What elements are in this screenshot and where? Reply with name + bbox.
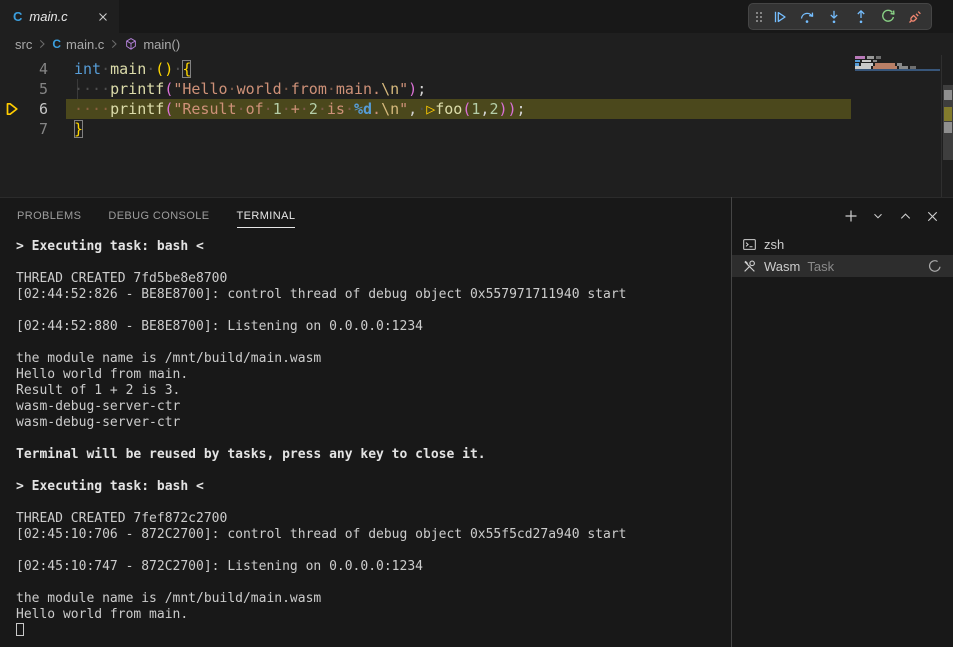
overview-mark — [944, 90, 952, 100]
new-terminal-button[interactable] — [842, 207, 860, 225]
continue-button[interactable] — [770, 7, 790, 27]
terminal-line: Hello world from main. — [16, 607, 626, 623]
tools-icon — [742, 259, 757, 274]
terminal-line — [16, 303, 626, 319]
minimap-slider[interactable] — [855, 69, 940, 71]
minimap[interactable] — [855, 55, 940, 196]
panel-tab-debug-console[interactable]: DEBUG CONSOLE — [108, 198, 209, 233]
overview-mark-debug-line — [944, 107, 952, 121]
terminal-line: the module name is /mnt/build/main.wasm — [16, 351, 626, 367]
terminal-line: > Executing task: bash < — [16, 239, 626, 255]
terminal-line: the module name is /mnt/build/main.wasm — [16, 591, 626, 607]
terminal-line: wasm-debug-server-ctr — [16, 399, 626, 415]
breadcrumb-item-symbol[interactable]: main() — [124, 37, 180, 52]
debug-toolbar — [748, 3, 932, 30]
close-tab-icon[interactable] — [95, 9, 111, 25]
panel-tab-bar: PROBLEMS DEBUG CONSOLE TERMINAL — [0, 198, 953, 233]
terminal-line — [16, 575, 626, 591]
tab-main-c[interactable]: C main.c — [0, 0, 119, 33]
terminal-line — [16, 431, 626, 447]
overview-mark — [944, 122, 952, 133]
terminal-line — [16, 623, 626, 639]
terminal-line: [02:45:10:706 - 872C2700]: control threa… — [16, 527, 626, 543]
c-file-icon: C — [52, 38, 61, 50]
terminal-list-item-zsh[interactable]: zsh — [732, 233, 953, 255]
terminal-cursor — [16, 623, 24, 636]
step-into-button[interactable] — [824, 7, 844, 27]
chevron-right-icon — [107, 37, 121, 51]
editor-tab-bar: C main.c — [0, 0, 953, 33]
terminal-list: zsh Wasm Task — [732, 233, 953, 277]
code-line[interactable]: 7} — [0, 119, 953, 139]
terminal-icon — [742, 237, 757, 252]
terminal-line: THREAD CREATED 7fd5be8e8700 — [16, 271, 626, 287]
code-text: ····printf("Hello·world·from·main.\n"); — [74, 79, 426, 99]
step-over-button[interactable] — [797, 7, 817, 27]
terminal-line: THREAD CREATED 7fef872c2700 — [16, 511, 626, 527]
terminal-line: [02:44:52:880 - BE8E8700]: Listening on … — [16, 319, 626, 335]
code-editor[interactable]: 4 int·main·()·{ 5 ····printf("Hello·world·f… — [0, 55, 953, 197]
code-text: ····printf("Result·of·1·+·2·is·%d.\n",·▷… — [74, 99, 526, 119]
terminal-line: [02:45:10:747 - 872C2700]: Listening on … — [16, 559, 626, 575]
breadcrumb-item-src[interactable]: src — [15, 37, 32, 52]
terminal-line: Terminal will be reused by tasks, press … — [16, 447, 626, 463]
terminal-line — [16, 543, 626, 559]
code-text: } — [74, 119, 83, 139]
line-number: 7 — [0, 119, 48, 139]
breadcrumb-item-file[interactable]: C main.c — [52, 37, 104, 52]
disconnect-button[interactable] — [905, 7, 925, 27]
terminal-line — [16, 335, 626, 351]
terminal-line: [02:44:52:826 - BE8E8700]: control threa… — [16, 287, 626, 303]
tab-title: main.c — [29, 9, 95, 24]
close-panel-button[interactable] — [923, 207, 941, 225]
terminal-line — [16, 463, 626, 479]
c-file-icon: C — [13, 10, 22, 23]
panel-actions — [842, 207, 941, 225]
panel-tab-problems[interactable]: PROBLEMS — [17, 198, 81, 233]
code-text: int·main·()·{ — [74, 59, 191, 79]
restart-button[interactable] — [878, 7, 898, 27]
terminal-list-item-wasm-task[interactable]: Wasm Task — [732, 255, 953, 277]
terminal-line: Hello world from main. — [16, 367, 626, 383]
terminal-line — [16, 255, 626, 271]
terminal-dropdown-button[interactable] — [869, 207, 887, 225]
task-spinner-icon — [928, 259, 942, 273]
code-line[interactable]: 5 ····printf("Hello·world·from·main.\n"); — [0, 79, 953, 99]
symbol-method-icon — [124, 37, 138, 51]
chevron-right-icon — [35, 37, 49, 51]
code-line[interactable]: 4 int·main·()·{ — [0, 59, 953, 79]
terminal-line — [16, 495, 626, 511]
vscode-window: { "tab": { "title": "main.c", "file_icon… — [0, 0, 953, 647]
code-lines: 4 int·main·()·{ 5 ····printf("Hello·world·f… — [0, 59, 953, 139]
code-line[interactable]: 6 ····printf("Result·of·1·+·2·is·%d.\n",·… — [0, 99, 953, 119]
maximize-panel-button[interactable] — [896, 207, 914, 225]
terminal-line: > Executing task: bash < — [16, 479, 626, 495]
terminal-line: Result of 1 + 2 is 3. — [16, 383, 626, 399]
panel-tab-terminal[interactable]: TERMINAL — [237, 198, 296, 233]
line-number: 4 — [0, 59, 48, 79]
drag-handle-icon[interactable] — [755, 11, 762, 22]
terminal-line: wasm-debug-server-ctr — [16, 415, 626, 431]
minimap-line — [855, 56, 881, 59]
breadcrumb: src C main.c main() — [0, 33, 180, 55]
line-number: 5 — [0, 79, 48, 99]
step-out-button[interactable] — [851, 7, 871, 27]
terminal-output[interactable]: > Executing task: bash < THREAD CREATED 7… — [16, 239, 626, 639]
line-number: 6 — [0, 99, 48, 119]
minimap-line — [855, 60, 877, 62]
editor-scrollbar[interactable] — [941, 55, 953, 197]
